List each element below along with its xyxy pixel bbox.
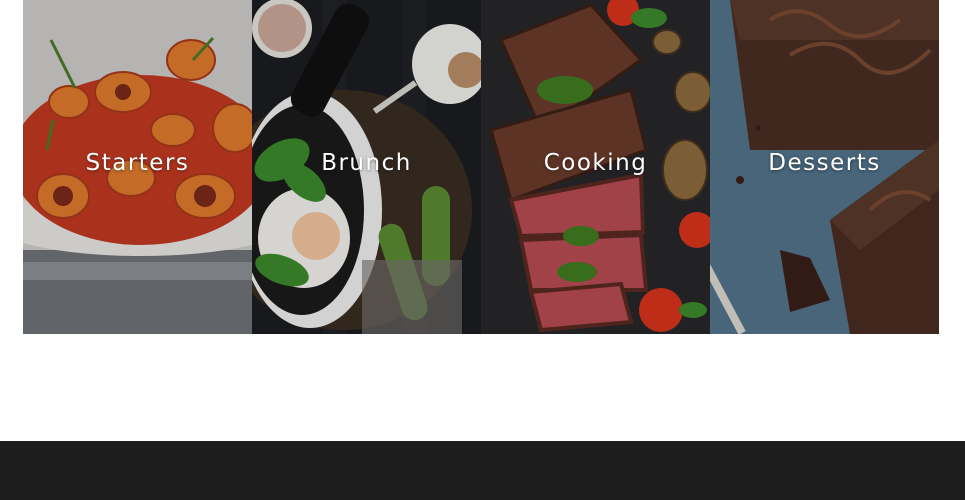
category-tile-desserts[interactable]: Desserts xyxy=(710,0,939,334)
category-label: Desserts xyxy=(768,150,881,176)
category-label: Cooking xyxy=(543,150,648,176)
page-footer xyxy=(0,441,965,500)
category-tile-cooking[interactable]: Cooking xyxy=(481,0,710,334)
category-tile-starters[interactable]: Starters xyxy=(23,0,252,334)
category-label: Starters xyxy=(85,150,190,176)
category-grid: Starters Brunch Cooking Desserts xyxy=(23,0,939,334)
category-label: Brunch xyxy=(321,150,412,176)
category-tile-brunch[interactable]: Brunch xyxy=(252,0,481,334)
